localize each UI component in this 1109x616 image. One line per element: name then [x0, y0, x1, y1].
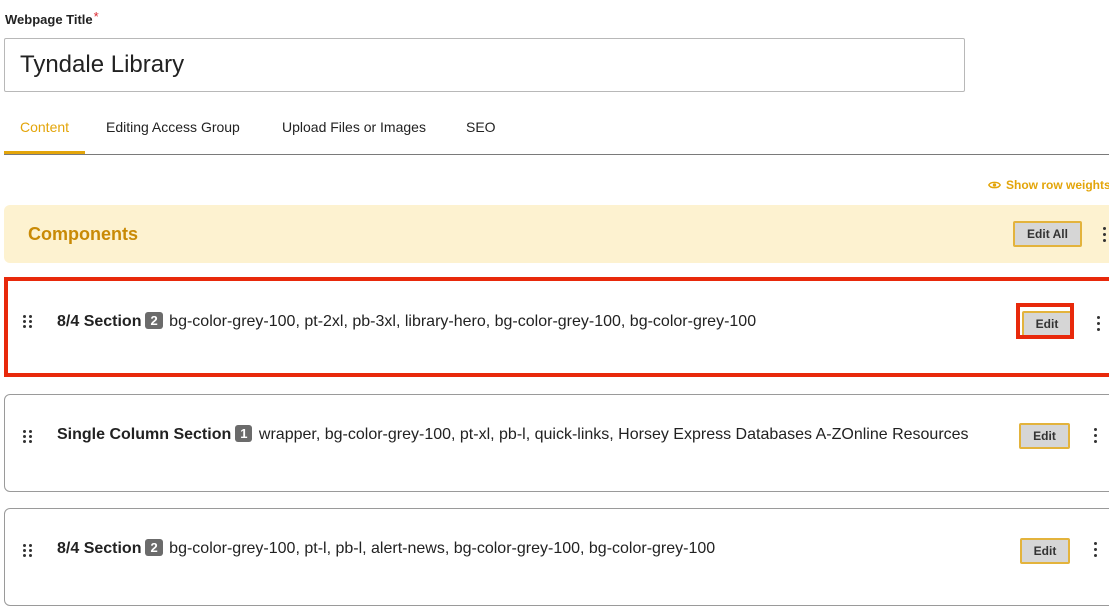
- drag-handle-icon[interactable]: [23, 315, 35, 331]
- section-more-icon[interactable]: [1092, 542, 1098, 562]
- section-edit-button[interactable]: Edit: [1019, 423, 1070, 449]
- section-summary: 8/4 Section 2 bg-color-grey-100, pt-2xl, …: [57, 312, 757, 331]
- section-name: 8/4 Section: [57, 540, 142, 557]
- section-name: Single Column Section: [57, 426, 232, 443]
- section-more-icon[interactable]: [1092, 428, 1098, 448]
- section-row: 8/4 Section 2 bg-color-grey-100, pt-l, pb…: [4, 508, 1109, 606]
- show-row-weights-label: Show row weights: [1006, 178, 1109, 192]
- components-title: Components: [28, 224, 138, 244]
- tab-content[interactable]: Content: [3, 110, 86, 154]
- tab-editing-access-group[interactable]: Editing Access Group: [106, 110, 240, 153]
- tab-bar: Content Editing Access Group Upload File…: [3, 110, 1109, 155]
- section-summary: 8/4 Section 2 bg-color-grey-100, pt-l, pb…: [57, 539, 716, 558]
- components-more-icon[interactable]: [1101, 227, 1107, 247]
- components-header: Components Edit All: [4, 205, 1109, 263]
- section-summary: Single Column Section 1 wrapper, bg-color…: [57, 425, 969, 444]
- webpage-title-label-text: Webpage Title: [5, 12, 93, 27]
- section-classes: wrapper, bg-color-grey-100, pt-xl, pb-l,…: [258, 426, 969, 443]
- eye-icon: [988, 181, 1001, 189]
- edit-button-highlight-box: [1016, 303, 1074, 339]
- required-asterisk: *: [93, 9, 99, 24]
- drag-handle-icon[interactable]: [23, 544, 35, 560]
- section-row: 8/4 Section 2 bg-color-grey-100, pt-2xl, …: [4, 277, 1109, 377]
- section-row: Single Column Section 1 wrapper, bg-color…: [4, 394, 1109, 492]
- drag-handle-icon[interactable]: [23, 430, 35, 446]
- section-count-badge: 2: [145, 539, 163, 556]
- webpage-title-input[interactable]: [4, 38, 965, 92]
- section-more-icon[interactable]: [1095, 316, 1101, 336]
- section-count-badge: 1: [235, 425, 253, 442]
- section-edit-button[interactable]: Edit: [1020, 538, 1070, 564]
- edit-all-button[interactable]: Edit All: [1013, 221, 1082, 247]
- tab-upload-files-or-images[interactable]: Upload Files or Images: [282, 110, 426, 153]
- webpage-title-label: Webpage Title*: [5, 9, 99, 27]
- show-row-weights-link[interactable]: Show row weights: [988, 178, 1109, 192]
- section-count-badge: 2: [145, 312, 163, 329]
- section-classes: bg-color-grey-100, pt-l, pb-l, alert-new…: [169, 540, 716, 557]
- section-classes: bg-color-grey-100, pt-2xl, pb-3xl, libra…: [169, 313, 757, 330]
- section-name: 8/4 Section: [57, 313, 142, 330]
- tab-seo[interactable]: SEO: [466, 110, 496, 153]
